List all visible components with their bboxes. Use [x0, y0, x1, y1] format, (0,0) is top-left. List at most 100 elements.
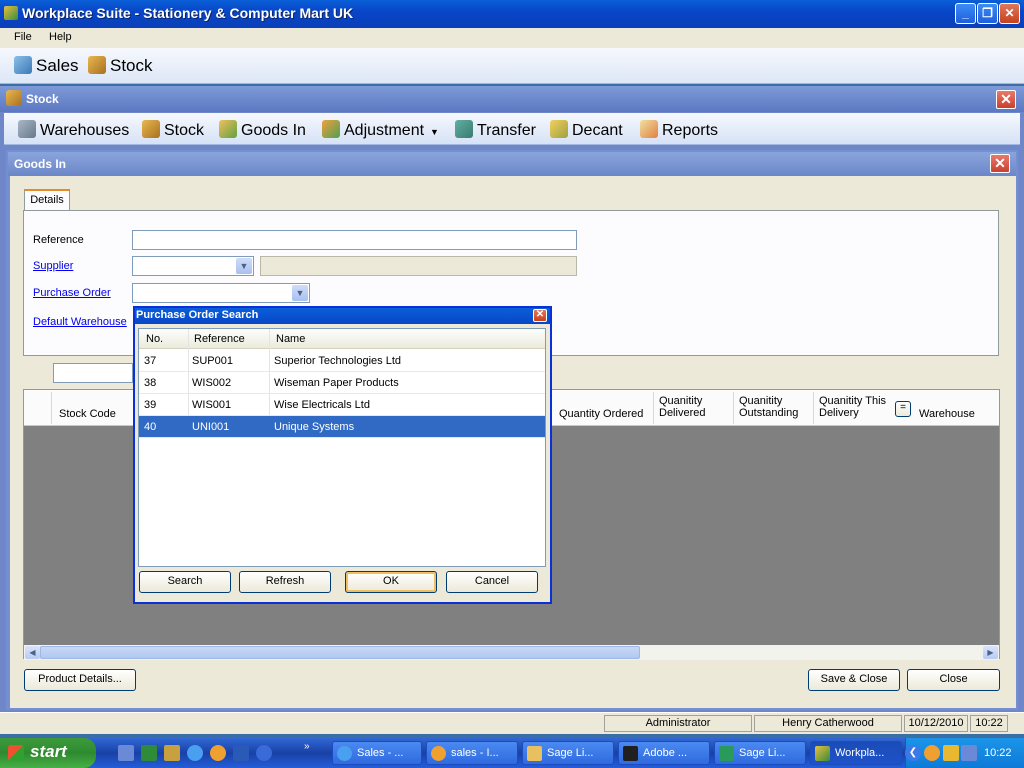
- main-title-bar[interactable]: Workplace Suite - Stationery & Computer …: [0, 0, 1024, 28]
- app-icon[interactable]: [164, 745, 180, 761]
- status-user: Henry Catherwood: [754, 715, 902, 732]
- sales-label: Sales: [36, 56, 79, 75]
- decant-button[interactable]: Decant: [550, 120, 623, 140]
- grid-col-sep: [653, 392, 654, 424]
- word-icon[interactable]: [233, 745, 249, 761]
- col-stock-code[interactable]: Stock Code: [59, 408, 116, 420]
- stock-button[interactable]: Stock: [142, 120, 204, 140]
- clock-icon[interactable]: [210, 745, 226, 761]
- transfer-button[interactable]: Transfer: [455, 120, 536, 140]
- col-name[interactable]: Name: [276, 333, 305, 345]
- warehouses-button[interactable]: Warehouses: [18, 120, 129, 140]
- tray-clock-icon[interactable]: [924, 745, 940, 761]
- taskbar-item-label: Sage Li...: [547, 747, 594, 759]
- taskbar-item-workplace[interactable]: Workpla...: [810, 741, 902, 765]
- stock-toolbar-button[interactable]: Stock: [88, 56, 153, 76]
- adobe-icon: [623, 746, 638, 761]
- chevron-down-icon[interactable]: ▼: [292, 285, 308, 301]
- sales-toolbar-button[interactable]: Sales: [14, 56, 79, 76]
- dropdown-arrow-icon[interactable]: ▼: [430, 127, 439, 137]
- ok-button[interactable]: OK: [345, 571, 437, 593]
- grid-filter-input[interactable]: [53, 363, 133, 383]
- col-quantity-this-delivery[interactable]: Quanitity This Delivery: [819, 395, 891, 419]
- chevron-down-icon[interactable]: ▼: [236, 258, 252, 274]
- more-icon[interactable]: »: [304, 741, 310, 752]
- taskbar-item-sage-2[interactable]: Sage Li...: [714, 741, 806, 765]
- product-details-button[interactable]: Product Details...: [24, 669, 136, 691]
- ie-icon[interactable]: [187, 745, 203, 761]
- taskbar-item-label: Sage Li...: [739, 747, 786, 759]
- taskbar-item-adobe[interactable]: Adobe ...: [618, 741, 710, 765]
- supplier-name-field: [260, 256, 577, 276]
- show-desktop-icon[interactable]: [118, 745, 134, 761]
- tray-clock[interactable]: 10:22: [984, 747, 1012, 759]
- supplier-dropdown[interactable]: ▼: [132, 256, 254, 276]
- goods-in-button[interactable]: Goods In: [219, 120, 306, 140]
- purchase-order-dropdown[interactable]: ▼: [132, 283, 310, 303]
- stock-close-button[interactable]: ✕: [996, 90, 1016, 109]
- row-name: Wise Electricals Ltd: [274, 399, 370, 411]
- row-no: 38: [144, 377, 157, 389]
- col-quantity-ordered[interactable]: Quantity Ordered: [559, 408, 643, 420]
- save-close-button[interactable]: Save & Close: [808, 669, 900, 691]
- shield-icon[interactable]: [943, 745, 959, 761]
- adjustment-label: Adjustment: [344, 122, 425, 139]
- stock-box-icon: [88, 56, 106, 74]
- dialog-close-button[interactable]: ✕: [533, 309, 547, 322]
- cancel-button[interactable]: Cancel: [446, 571, 538, 593]
- refresh-button[interactable]: Refresh: [239, 571, 331, 593]
- reports-label: Reports: [662, 122, 719, 139]
- menu-file[interactable]: File: [14, 31, 32, 43]
- list-item[interactable]: 38 WIS002 Wiseman Paper Products: [139, 372, 545, 394]
- col-quantity-delivered[interactable]: Quanitity Delivered: [659, 395, 729, 419]
- supplier-link[interactable]: Supplier: [33, 260, 73, 272]
- excel-icon[interactable]: [141, 745, 157, 761]
- taskbar-item-sales[interactable]: Sales - ...: [332, 741, 422, 765]
- goods-in-close-button[interactable]: ✕: [990, 154, 1010, 173]
- stock-box-icon: [6, 90, 22, 106]
- workplace-app-icon: [4, 6, 18, 20]
- grid-col-sep: [51, 392, 52, 424]
- stock-window-header: Stock ✕: [0, 86, 1024, 112]
- scroll-right-icon[interactable]: ▶: [983, 646, 998, 659]
- purchase-order-link[interactable]: Purchase Order: [33, 287, 111, 299]
- dialog-title-bar[interactable]: Purchase Order Search: [135, 308, 550, 324]
- network-icon[interactable]: [961, 745, 977, 761]
- taskbar-item-sage-1[interactable]: Sage Li...: [522, 741, 614, 765]
- taskbar-item-sales-i[interactable]: sales - I...: [426, 741, 518, 765]
- minimize-button[interactable]: _: [955, 3, 976, 24]
- row-name: Unique Systems: [274, 421, 355, 433]
- grid-col-sep: [813, 392, 814, 424]
- reports-button[interactable]: Reports: [640, 120, 718, 140]
- close-app-button[interactable]: ✕: [999, 3, 1020, 24]
- goods-in-icon: [219, 120, 237, 138]
- reference-input[interactable]: [132, 230, 577, 250]
- col-reference[interactable]: Reference: [194, 333, 245, 345]
- default-warehouse-link[interactable]: Default Warehouse: [33, 316, 127, 328]
- list-item[interactable]: 39 WIS001 Wise Electricals Ltd: [139, 394, 545, 416]
- col-quantity-outstanding[interactable]: Quanitity Outstanding: [739, 395, 809, 419]
- tray-expand-icon[interactable]: ❮: [905, 745, 921, 761]
- adjustment-button[interactable]: Adjustment ▼: [322, 120, 439, 140]
- menu-help[interactable]: Help: [49, 31, 72, 43]
- row-reference: UNI001: [192, 421, 230, 433]
- search-button[interactable]: Search: [139, 571, 231, 593]
- scroll-thumb[interactable]: [40, 646, 640, 659]
- start-button[interactable]: start: [0, 738, 96, 768]
- warehouses-label: Warehouses: [40, 122, 130, 139]
- row-no: 39: [144, 399, 157, 411]
- taskbar-item-label: sales - I...: [451, 747, 499, 759]
- globe-icon[interactable]: [256, 745, 272, 761]
- scroll-left-icon[interactable]: ◀: [25, 646, 40, 659]
- equals-button[interactable]: =: [895, 401, 911, 417]
- warehouses-icon: [18, 120, 36, 138]
- list-item-selected[interactable]: 40 UNI001 Unique Systems: [139, 416, 545, 438]
- col-warehouse[interactable]: Warehouse: [919, 408, 975, 420]
- goods-in-label: Goods In: [241, 122, 306, 139]
- tab-details[interactable]: Details: [24, 189, 70, 211]
- close-button[interactable]: Close: [907, 669, 1000, 691]
- list-item[interactable]: 37 SUP001 Superior Technologies Ltd: [139, 350, 545, 372]
- row-no: 37: [144, 355, 157, 367]
- restore-button[interactable]: ❐: [977, 3, 998, 24]
- col-no[interactable]: No.: [146, 333, 163, 345]
